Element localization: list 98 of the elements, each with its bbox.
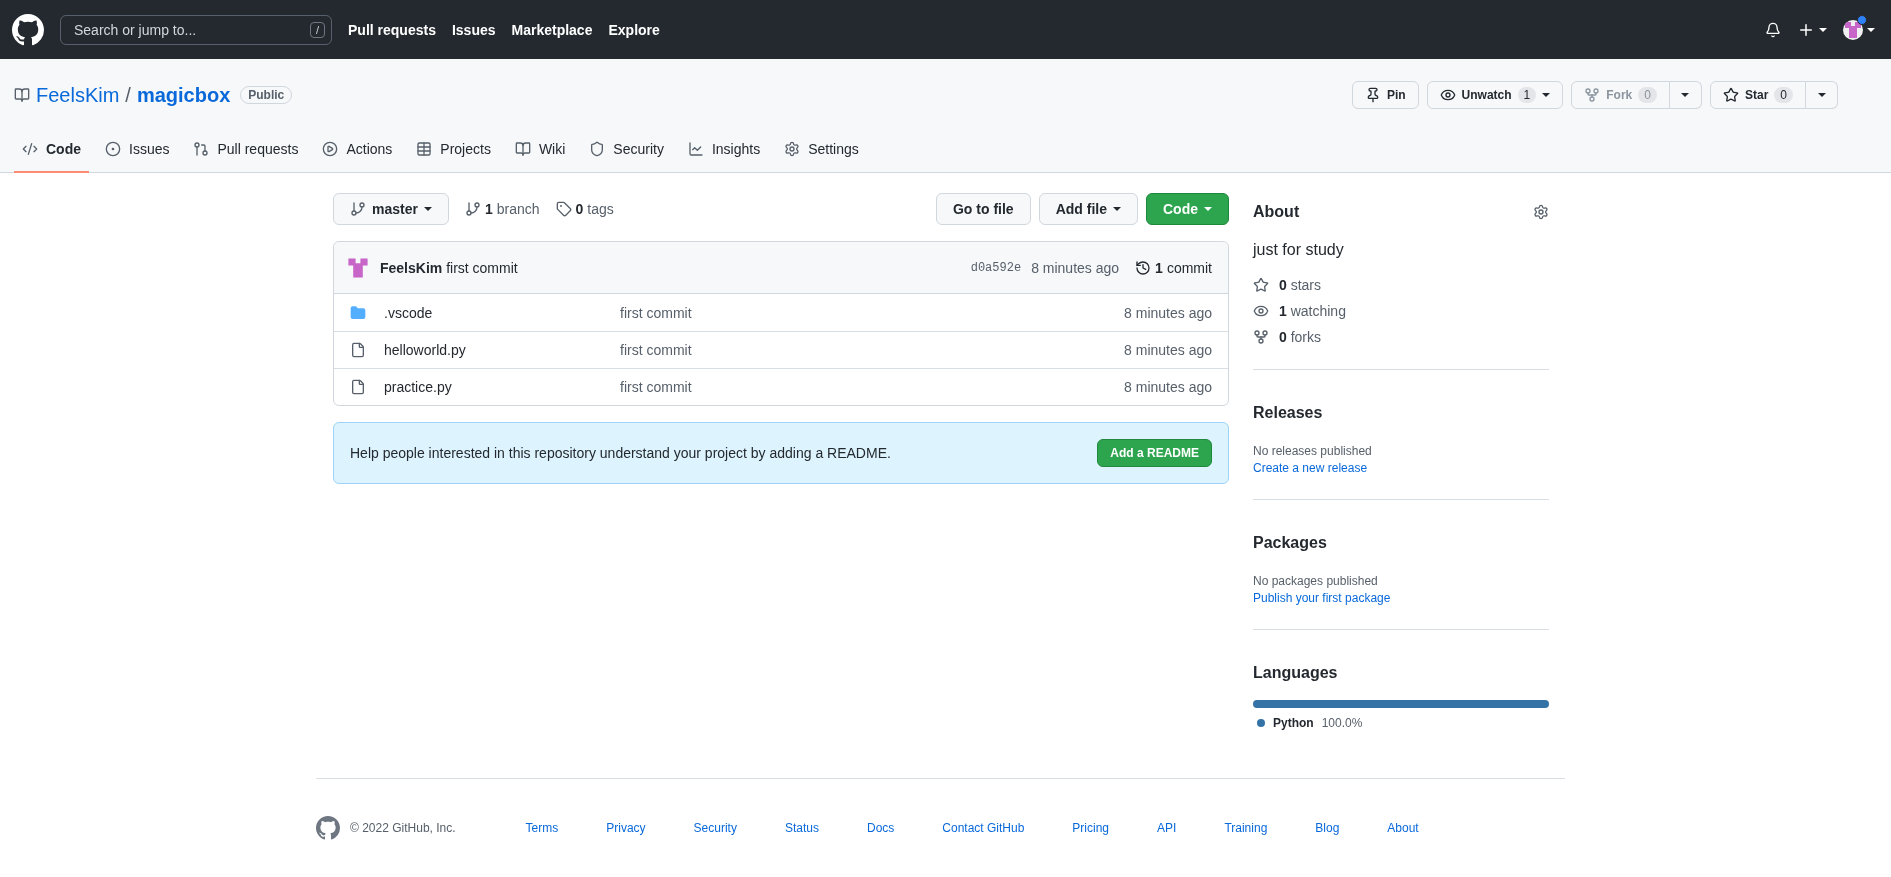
author-avatar	[346, 255, 370, 280]
copyright: © 2022 GitHub, Inc.	[350, 821, 456, 835]
tag-icon	[555, 201, 572, 217]
section-title: Packages	[1253, 534, 1327, 552]
chart-icon	[687, 141, 704, 157]
commit-sha[interactable]: d0a592e	[970, 260, 1022, 275]
bell-icon[interactable]	[1765, 21, 1781, 38]
nav-link[interactable]: Pull requests	[348, 21, 436, 38]
section-link[interactable]: Create a new release	[1253, 461, 1549, 475]
owner-link[interactable]: FeelsKim	[36, 83, 120, 107]
repo-tab[interactable]: Wiki	[506, 133, 574, 173]
pull-request-icon	[193, 141, 210, 157]
file-icon	[350, 342, 366, 358]
commit-time: 8 minutes ago	[1031, 259, 1120, 276]
repo-tab[interactable]: Security	[581, 133, 672, 173]
repo-tab[interactable]: Projects	[408, 133, 499, 173]
stat-link[interactable]: 0 forks	[1279, 329, 1322, 345]
footer-link[interactable]: API	[1157, 821, 1177, 835]
circle-dot-icon	[105, 141, 121, 157]
tags-link[interactable]: 0 tags	[555, 201, 614, 217]
repo-tab[interactable]: Actions	[314, 133, 401, 173]
footer-link[interactable]: About	[1387, 821, 1419, 835]
commit-message: first commit	[620, 304, 693, 321]
repo-name-link[interactable]: magicbox	[136, 83, 231, 107]
eye-icon	[1253, 303, 1269, 319]
repo-action-button[interactable]: Star 0	[1709, 81, 1806, 109]
commit-time: 8 minutes ago	[1124, 304, 1212, 321]
nav-link[interactable]: Issues	[451, 21, 496, 38]
empty-note: No releases published	[1253, 444, 1373, 458]
star-icon	[1722, 87, 1739, 103]
toolbar-button[interactable]: Go to file	[936, 193, 1031, 225]
code-icon	[22, 141, 38, 157]
empty-note: No packages published	[1253, 574, 1379, 588]
section-link[interactable]: Publish your first package	[1253, 591, 1549, 605]
repo-tab[interactable]: Settings	[776, 133, 867, 173]
repo-tab[interactable]: Issues	[97, 133, 178, 173]
stat-link[interactable]: 1 watching	[1279, 303, 1346, 319]
play-icon	[322, 141, 339, 157]
toolbar-button[interactable]: Add file	[1038, 193, 1138, 225]
branch-icon	[350, 201, 366, 217]
section-title: Releases	[1253, 404, 1323, 422]
footer-link[interactable]: Pricing	[1072, 821, 1110, 835]
footer-link[interactable]: Training	[1224, 821, 1268, 835]
branch-select-button[interactable]: master	[333, 193, 449, 225]
settings-icon[interactable]	[1533, 204, 1549, 220]
footer-logo-icon[interactable]	[316, 816, 340, 840]
footer-link[interactable]: Contact GitHub	[942, 821, 1025, 835]
path-separator: /	[125, 83, 131, 107]
dropdown-button[interactable]	[1806, 81, 1838, 109]
commit-time: 8 minutes ago	[1124, 379, 1212, 395]
settings-icon	[784, 141, 801, 157]
branch-icon	[464, 201, 481, 217]
footer-link[interactable]: Privacy	[606, 821, 646, 835]
fork-icon	[1584, 87, 1601, 103]
repo-action-button[interactable]: Pin	[1351, 81, 1419, 109]
file-name[interactable]: helloworld.py	[384, 342, 610, 358]
eye-icon	[1439, 87, 1456, 103]
footer-link[interactable]: Docs	[866, 821, 895, 835]
commits-link[interactable]: 1 commit	[1135, 259, 1212, 276]
file-name[interactable]: practice.py	[384, 379, 610, 395]
repo-description: just for study	[1253, 241, 1345, 259]
user-avatar	[1843, 19, 1863, 40]
file-name[interactable]: .vscode	[384, 304, 610, 321]
commit-message: first commit	[620, 379, 693, 395]
repo-tab[interactable]: Insights	[679, 133, 769, 173]
stat-link[interactable]: 0 stars	[1279, 277, 1322, 293]
shield-icon	[589, 141, 606, 157]
search-input[interactable]: Search or jump to...	[72, 20, 292, 39]
folder-icon	[350, 304, 366, 321]
language-name[interactable]: Python	[1273, 716, 1314, 730]
repo-icon	[14, 87, 30, 103]
file-icon	[350, 379, 366, 395]
latest-commit: FeelsKim first commit	[380, 259, 519, 276]
shortcut-key: /	[309, 21, 325, 38]
section-title: Languages	[1253, 664, 1338, 682]
search-field[interactable]: Search or jump to... /	[60, 14, 332, 45]
nav-link[interactable]: Explore	[608, 21, 660, 38]
readme-prompt: Help people interested in this repository understand your project by adding a README.	[350, 445, 891, 461]
star-icon	[1253, 277, 1269, 293]
repo-tab[interactable]: Pull requests	[185, 133, 307, 173]
commit-time: 8 minutes ago	[1124, 342, 1212, 358]
footer-link[interactable]: Security	[693, 821, 737, 835]
repo-action-button[interactable]: Unwatch 1	[1426, 81, 1564, 109]
repo-tab[interactable]: Code	[14, 133, 89, 173]
book-icon	[514, 141, 531, 157]
language-percent: 100.0%	[1321, 716, 1363, 730]
footer-link[interactable]: Status	[784, 821, 819, 835]
footer-link[interactable]: Terms	[525, 821, 559, 835]
dropdown-button[interactable]	[1669, 81, 1702, 109]
footer-link[interactable]: Blog	[1315, 821, 1340, 835]
fork-icon	[1253, 329, 1269, 345]
logo-icon[interactable]	[12, 13, 44, 46]
nav-link[interactable]: Marketplace	[511, 21, 593, 38]
section-title: About	[1253, 203, 1300, 221]
branches-link[interactable]: 1 branch	[464, 201, 540, 217]
table-icon	[416, 141, 433, 157]
history-icon	[1135, 259, 1152, 276]
commit-message: first commit	[620, 342, 693, 358]
